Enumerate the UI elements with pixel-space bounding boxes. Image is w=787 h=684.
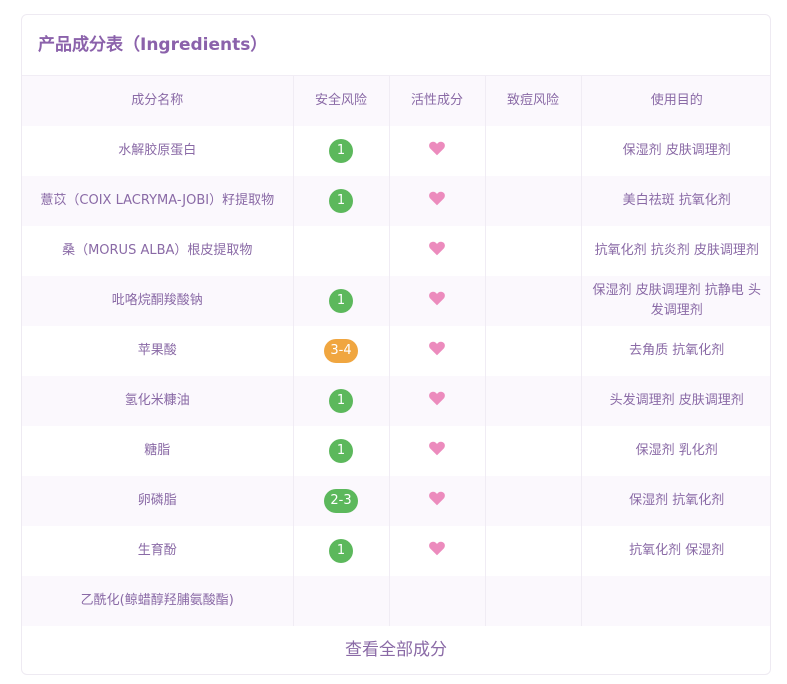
safety-risk-badge: 1 [329, 289, 353, 313]
ingredient-name: 生育酚 [22, 526, 294, 576]
active-ingredient-cell [389, 176, 486, 226]
active-ingredient-cell [389, 426, 486, 476]
table-row[interactable]: 卵磷脂 2-3 保湿剂 抗氧化剂 [22, 476, 770, 526]
heart-icon [429, 391, 445, 405]
acne-risk-cell [485, 126, 582, 176]
card-title: 产品成分表（Ingredients） [22, 15, 770, 76]
heart-icon [429, 491, 445, 505]
active-ingredient-cell [389, 326, 486, 376]
active-ingredient-cell [389, 526, 486, 576]
ingredient-name: 乙酰化(鲸蜡醇羟脯氨酸酯) [22, 576, 294, 626]
table-row[interactable]: 薏苡（COIX LACRYMA-JOBI）籽提取物 1 美白祛斑 抗氧化剂 [22, 176, 770, 226]
table-row[interactable]: 糖脂 1 保湿剂 乳化剂 [22, 426, 770, 476]
heart-icon [429, 191, 445, 205]
safety-risk-cell: 3-4 [293, 326, 390, 376]
purpose-cell: 头发调理剂 皮肤调理剂 [581, 376, 770, 426]
acne-risk-cell [485, 476, 582, 526]
ingredient-name: 水解胶原蛋白 [22, 126, 294, 176]
table-row[interactable]: 氢化米糠油 1 头发调理剂 皮肤调理剂 [22, 376, 770, 426]
purpose-cell: 保湿剂 抗氧化剂 [581, 476, 770, 526]
heart-icon [429, 291, 445, 305]
safety-risk-badge: 1 [329, 539, 353, 563]
ingredient-name: 吡咯烷酮羧酸钠 [22, 276, 294, 326]
safety-risk-cell [293, 226, 390, 276]
column-header-purpose: 使用目的 [581, 76, 770, 126]
safety-risk-cell: 1 [293, 526, 390, 576]
acne-risk-cell [485, 376, 582, 426]
active-ingredient-cell [389, 126, 486, 176]
ingredients-card: 产品成分表（Ingredients） 成分名称 安全风险 活性成分 致痘风险 使… [21, 14, 771, 675]
acne-risk-cell [485, 526, 582, 576]
safety-risk-badge: 3-4 [324, 339, 358, 363]
purpose-cell: 保湿剂 乳化剂 [635, 443, 718, 458]
acne-risk-cell [485, 576, 582, 626]
purpose-cell: 保湿剂 皮肤调理剂 [622, 143, 731, 158]
active-ingredient-cell [389, 576, 486, 626]
ingredient-name: 桑（MORUS ALBA）根皮提取物 [22, 226, 294, 276]
acne-risk-cell [485, 276, 582, 326]
active-ingredient-cell [389, 376, 486, 426]
table-row[interactable]: 乙酰化(鲸蜡醇羟脯氨酸酯) [22, 576, 770, 626]
safety-risk-badge: 1 [329, 139, 353, 163]
acne-risk-cell [485, 226, 582, 276]
ingredient-name: 氢化米糠油 [22, 376, 294, 426]
safety-risk-cell: 1 [293, 376, 390, 426]
column-header-active: 活性成分 [389, 76, 486, 126]
heart-icon [429, 241, 445, 255]
table-header-row: 成分名称 安全风险 活性成分 致痘风险 使用目的 [22, 76, 770, 126]
table-row[interactable]: 水解胶原蛋白 1 保湿剂 皮肤调理剂 [22, 126, 770, 176]
heart-icon [429, 141, 445, 155]
table-row[interactable]: 吡咯烷酮羧酸钠 1 保湿剂 皮肤调理剂 抗静电 头发调理剂 [22, 276, 770, 326]
active-ingredient-cell [389, 476, 486, 526]
acne-risk-cell [485, 176, 582, 226]
ingredients-table: 成分名称 安全风险 活性成分 致痘风险 使用目的 水解胶原蛋白 1 保湿剂 皮肤调理… [22, 76, 770, 626]
safety-risk-cell: 1 [293, 126, 390, 176]
safety-risk-badge: 1 [329, 189, 353, 213]
purpose-cell: 抗氧化剂 保湿剂 [629, 543, 725, 558]
safety-risk-cell [293, 576, 390, 626]
purpose-cell: 美白祛斑 抗氧化剂 [581, 176, 770, 226]
heart-icon [429, 441, 445, 455]
purpose-cell: 去角质 抗氧化剂 [629, 343, 725, 358]
heart-icon [429, 541, 445, 555]
heart-icon [429, 341, 445, 355]
ingredient-name: 卵磷脂 [22, 476, 294, 526]
acne-risk-cell [485, 426, 582, 476]
safety-risk-badge: 2-3 [324, 489, 358, 513]
column-header-name: 成分名称 [22, 76, 294, 126]
active-ingredient-cell [389, 276, 486, 326]
active-ingredient-cell [389, 226, 486, 276]
purpose-cell: 抗氧化剂 抗炎剂 皮肤调理剂 [594, 243, 759, 258]
safety-risk-badge: 1 [329, 439, 353, 463]
ingredient-name: 薏苡（COIX LACRYMA-JOBI）籽提取物 [22, 176, 294, 226]
ingredient-name: 糖脂 [22, 426, 294, 476]
acne-risk-cell [485, 326, 582, 376]
table-row[interactable]: 生育酚 1 抗氧化剂 保湿剂 [22, 526, 770, 576]
safety-risk-cell: 1 [293, 176, 390, 226]
column-header-acne-risk: 致痘风险 [485, 76, 582, 126]
safety-risk-cell: 1 [293, 276, 390, 326]
column-header-safety-risk: 安全风险 [293, 76, 390, 126]
safety-risk-badge: 1 [329, 389, 353, 413]
table-row[interactable]: 桑（MORUS ALBA）根皮提取物 抗氧化剂 抗炎剂 皮肤调理剂 [22, 226, 770, 276]
purpose-cell: 保湿剂 皮肤调理剂 抗静电 头发调理剂 [581, 276, 770, 326]
purpose-cell [581, 576, 770, 626]
ingredient-name: 苹果酸 [22, 326, 294, 376]
table-row[interactable]: 苹果酸 3-4 去角质 抗氧化剂 [22, 326, 770, 376]
safety-risk-cell: 1 [293, 426, 390, 476]
safety-risk-cell: 2-3 [293, 476, 390, 526]
view-all-ingredients-link[interactable]: 查看全部成分 [22, 626, 770, 674]
